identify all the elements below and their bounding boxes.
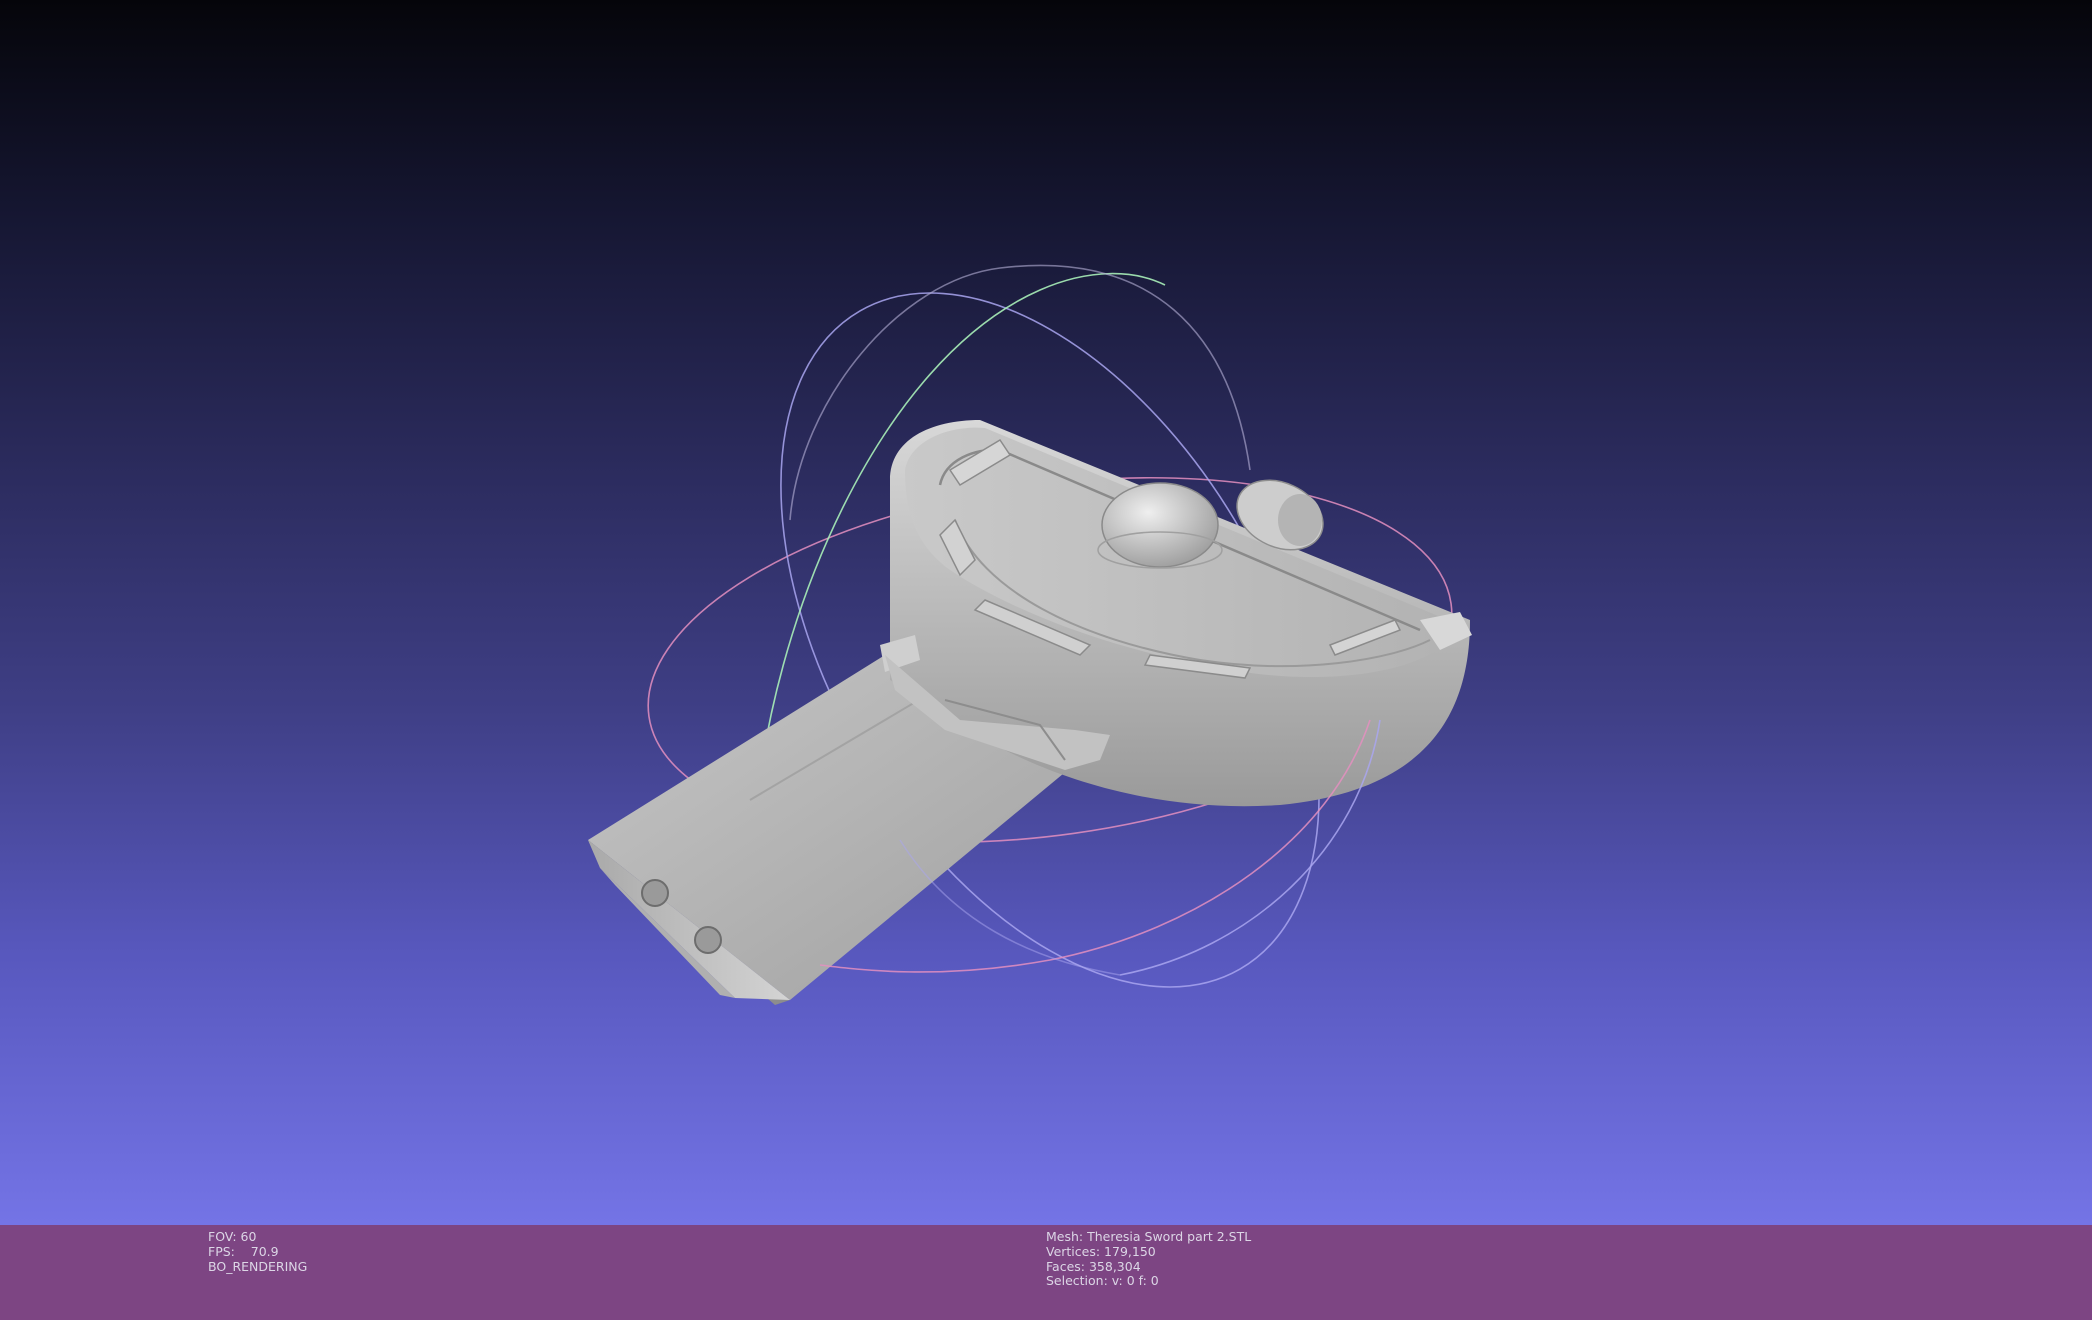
status-bar: FOV: 60 FPS: 70.9 BO_RENDERING Mesh: The… — [0, 1225, 2092, 1320]
mesh-name-readout: Mesh: Theresia Sword part 2.STL — [1046, 1229, 1252, 1244]
fov-readout: FOV: 60 — [208, 1229, 257, 1244]
fps-readout: FPS: 70.9 — [208, 1243, 279, 1259]
mesh-hole — [641, 879, 669, 907]
faces-readout: Faces: 358,304 — [1046, 1258, 1141, 1274]
scene-canvas[interactable] — [0, 0, 2092, 1225]
render-info-panel: FOV: 60 FPS: 70.9 BO_RENDERING — [208, 1229, 308, 1274]
vertices-readout: Vertices: 179,150 — [1046, 1243, 1156, 1259]
3d-viewport[interactable] — [0, 0, 2092, 1225]
mesh-hole — [694, 926, 722, 954]
mesh-object[interactable] — [588, 420, 1472, 1005]
mesh-info-panel: Mesh: Theresia Sword part 2.STL Vertices… — [1046, 1229, 1252, 1289]
mesh-dome — [1101, 482, 1219, 568]
render-mode-readout: BO_RENDERING — [208, 1258, 308, 1274]
selection-readout: Selection: v: 0 f: 0 — [1046, 1273, 1159, 1289]
